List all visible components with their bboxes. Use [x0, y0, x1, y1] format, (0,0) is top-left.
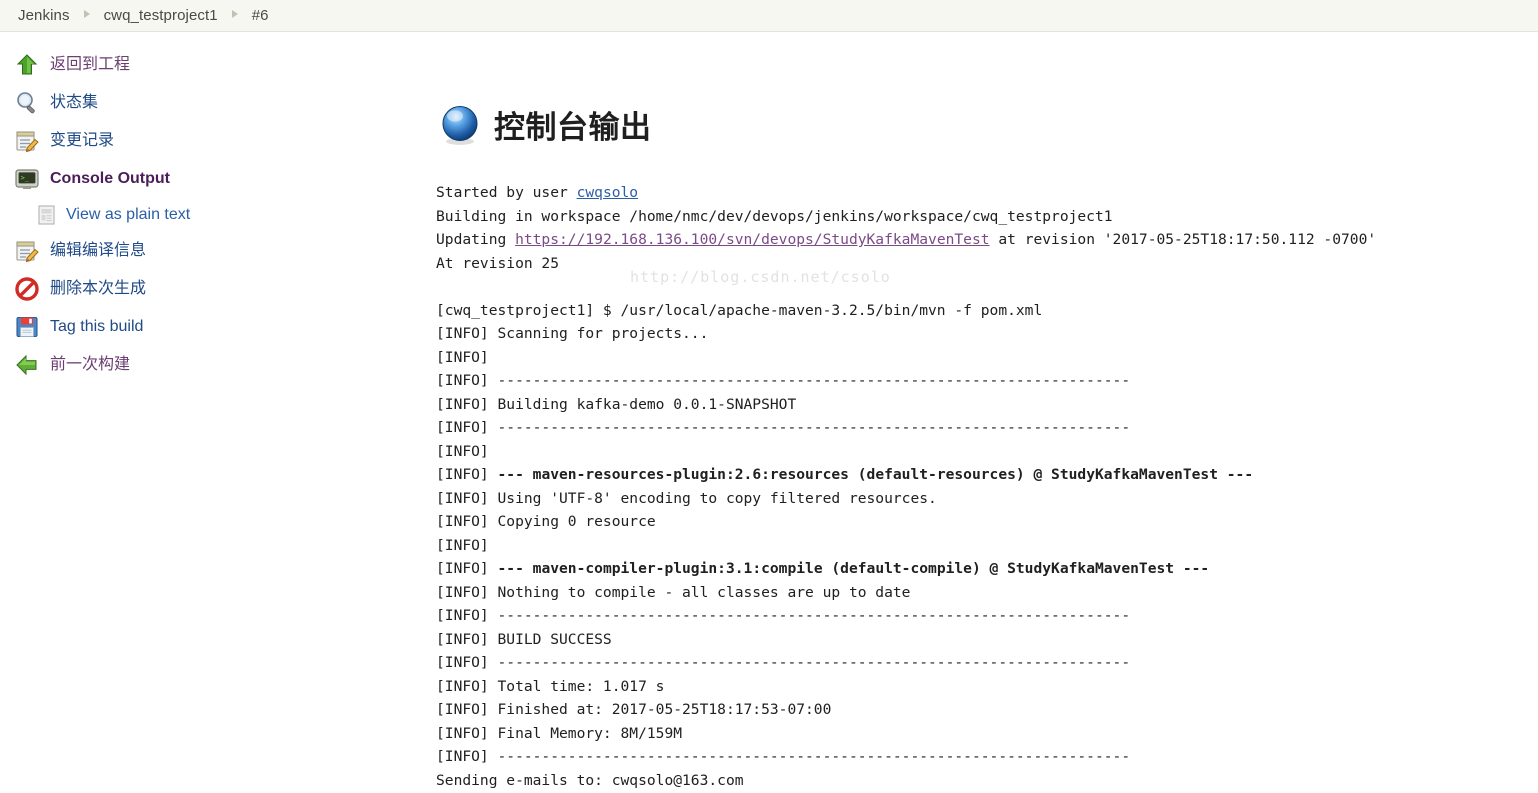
breadcrumb-separator-icon: [218, 10, 252, 21]
sidebar-item-label: 删除本次生成: [50, 280, 147, 297]
floppy-disk-icon: [14, 314, 40, 340]
breadcrumb-item-build[interactable]: #6: [252, 7, 269, 24]
up-arrow-icon: [14, 52, 40, 78]
magnifier-icon: [14, 90, 40, 116]
console-line: [INFO] Building kafka-demo 0.0.1-SNAPSHO…: [436, 393, 1538, 417]
sidebar-item-back-to-project[interactable]: 返回到工程: [0, 46, 430, 84]
console-line: [INFO] Final Memory: 8M/159M: [436, 722, 1538, 746]
console-line: Building in workspace /home/nmc/dev/devo…: [436, 205, 1538, 229]
sidebar-item-status[interactable]: 状态集: [0, 84, 430, 122]
console-text: Started by user: [436, 184, 577, 201]
console-line: [INFO]: [436, 440, 1538, 464]
blue-orb-icon: [438, 103, 482, 147]
console-text: --- maven-resources-plugin:2.6:resources…: [497, 466, 1254, 483]
console-text: [INFO] Building kafka-demo 0.0.1-SNAPSHO…: [436, 395, 797, 413]
document-icon: [36, 204, 58, 226]
console-text: [INFO] Total time: 1.017 s: [436, 677, 665, 695]
sidebar-item-label: 变更记录: [50, 132, 115, 149]
console-text: [INFO] Finished at: 2017-05-25T18:17:53-…: [436, 701, 832, 718]
left-arrow-icon: [14, 352, 40, 378]
console-text: [INFO] BUILD SUCCESS: [436, 630, 612, 648]
console-line: [INFO] --- maven-resources-plugin:2.6:re…: [436, 463, 1538, 487]
console-line: [INFO] Scanning for projects...: [436, 322, 1538, 346]
console-link[interactable]: https://192.168.136.100/svn/devops/Study…: [515, 231, 989, 248]
console-link[interactable]: cwqsolo: [577, 184, 639, 201]
console-line: [INFO] ---------------------------------…: [436, 369, 1538, 393]
console-text: [INFO] ---------------------------------…: [436, 607, 1131, 624]
console-line: [INFO] ---------------------------------…: [436, 651, 1538, 675]
notepad-pencil-icon: [14, 128, 40, 154]
console-text: [INFO] Copying 0 resource: [436, 513, 656, 530]
breadcrumb-separator-icon: [70, 10, 104, 21]
console-line: [INFO] ---------------------------------…: [436, 604, 1538, 628]
console-text: [INFO] ---------------------------------…: [436, 419, 1131, 436]
console-text: Updating: [436, 231, 516, 248]
console-line: [INFO] Copying 0 resource: [436, 510, 1538, 534]
sidebar-item-delete-build[interactable]: 删除本次生成: [0, 270, 430, 308]
console-line: Updating https://192.168.136.100/svn/dev…: [436, 228, 1538, 252]
notepad-pencil-icon: [14, 238, 40, 264]
console-line: [INFO] ---------------------------------…: [436, 416, 1538, 440]
console-line: Sending e-mails to: cwqsolo@163.com: [436, 769, 1538, 793]
page-title: 控制台输出: [438, 102, 1538, 147]
no-entry-icon: [14, 276, 40, 302]
console-text: [INFO] Using 'UTF-8' encoding to copy fi…: [436, 489, 937, 507]
sidebar-item-edit-build-information[interactable]: 编辑编译信息: [0, 232, 430, 270]
console-text: [INFO] Scanning for projects...: [436, 325, 709, 342]
sidebar-tasks: 返回到工程 状态集 变更记录 >_ Console Output View as…: [0, 32, 430, 793]
console-line: [INFO] ---------------------------------…: [436, 745, 1538, 769]
console-text: [INFO] Final Memory: 8M/159M: [436, 724, 683, 742]
main-content: 控制台输出 Started by user cwqsolo Building in…: [430, 32, 1538, 793]
sidebar-item-previous-build[interactable]: 前一次构建: [0, 346, 430, 384]
console-text: [INFO]: [436, 442, 498, 460]
console-text: [cwq_testproject1] $ /usr/local/apache-m…: [436, 301, 1043, 319]
console-line: [INFO] --- maven-compiler-plugin:3.1:com…: [436, 557, 1538, 581]
console-text: [INFO]: [436, 348, 498, 366]
console-line: [INFO]: [436, 534, 1538, 558]
console-line: [INFO] Total time: 1.017 s: [436, 675, 1538, 699]
console-text: [INFO]: [436, 560, 498, 577]
page-title-text: 控制台输出: [494, 110, 652, 145]
console-text: [INFO] Nothing to compile - all classes …: [436, 583, 911, 601]
console-text: Building in workspace /home/nmc/dev/devo…: [436, 207, 1113, 225]
sidebar-item-changes[interactable]: 变更记录: [0, 122, 430, 160]
sidebar-item-label: 返回到工程: [50, 56, 131, 73]
sidebar-item-view-as-plain-text[interactable]: View as plain text: [0, 198, 430, 232]
console-line: Started by user cwqsolo: [436, 181, 1538, 205]
terminal-icon: >_: [14, 166, 40, 192]
console-line: At revision 25: [436, 252, 1538, 276]
sidebar-item-label: 前一次构建: [50, 356, 131, 373]
sidebar-item-label: 状态集: [50, 94, 99, 111]
console-text: [INFO] ---------------------------------…: [436, 372, 1131, 389]
breadcrumb-item-jenkins[interactable]: Jenkins: [18, 7, 70, 24]
console-output-log: Started by user cwqsolo Building in works…: [436, 181, 1538, 793]
breadcrumb-item-project[interactable]: cwq_testproject1: [104, 7, 218, 24]
sidebar-item-label: 编辑编译信息: [50, 242, 147, 259]
sidebar-item-tag-this-build[interactable]: Tag this build: [0, 308, 430, 346]
console-text: [INFO]: [436, 466, 498, 483]
console-text: [INFO] ---------------------------------…: [436, 654, 1131, 671]
console-line: [INFO] BUILD SUCCESS: [436, 628, 1538, 652]
console-line: [INFO] Using 'UTF-8' encoding to copy fi…: [436, 487, 1538, 511]
console-line: [INFO] Finished at: 2017-05-25T18:17:53-…: [436, 698, 1538, 722]
console-line: [INFO] Nothing to compile - all classes …: [436, 581, 1538, 605]
console-line: [INFO]: [436, 346, 1538, 370]
console-text: At revision 25: [436, 254, 560, 272]
console-text: Sending e-mails to: cwqsolo@163.com: [436, 771, 744, 789]
svg-text:>_: >_: [21, 174, 30, 182]
console-text: [INFO] ---------------------------------…: [436, 748, 1131, 765]
sidebar-item-label: Tag this build: [50, 318, 144, 335]
sidebar-item-label: Console Output: [50, 170, 170, 187]
sidebar-item-label: View as plain text: [66, 206, 191, 223]
console-line: [cwq_testproject1] $ /usr/local/apache-m…: [436, 299, 1538, 323]
sidebar-item-console-output[interactable]: >_ Console Output: [0, 160, 430, 198]
console-text: --- maven-compiler-plugin:3.1:compile (d…: [497, 560, 1210, 577]
breadcrumb: Jenkins cwq_testproject1 #6: [0, 0, 1538, 32]
console-text: at revision '2017-05-25T18:17:50.112 -07…: [989, 231, 1377, 248]
console-text: [INFO]: [436, 536, 498, 554]
